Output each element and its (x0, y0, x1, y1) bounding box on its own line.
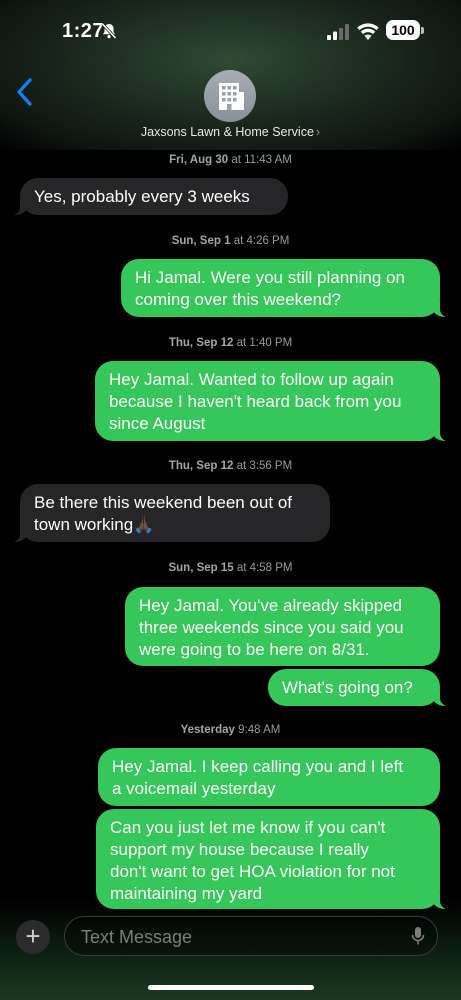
message-input[interactable] (79, 923, 403, 951)
outgoing-message[interactable]: Hey Jamal. You've already skipped three … (125, 587, 440, 666)
plus-icon[interactable]: + (16, 920, 50, 954)
building-icon (219, 83, 244, 110)
incoming-message[interactable]: Be there this weekend been out of town w… (12, 484, 330, 542)
message-timestamp: Yesterday 9:48 AM (180, 724, 281, 736)
status-bar: 1:27 100 (0, 0, 461, 60)
microphone-icon[interactable] (411, 926, 425, 946)
message-timestamp: Fri, Aug 30 at 11:43 AM (169, 154, 292, 166)
wifi-icon (357, 23, 379, 40)
signal-icon (327, 24, 349, 40)
home-indicator[interactable] (148, 985, 314, 990)
chevron-right-icon: › (315, 125, 321, 139)
back-chevron-icon[interactable] (14, 76, 38, 108)
message-timestamp: Thu, Sep 12 at 3:56 PM (168, 460, 293, 472)
contact-name: Jaxsons Lawn & Home Service (140, 125, 314, 139)
compose-bar: + (0, 910, 461, 960)
bell-slash-icon (101, 22, 117, 40)
outgoing-message[interactable]: Hey Jamal. Wanted to follow up again bec… (95, 361, 448, 441)
incoming-message[interactable]: Yes, probably every 3 weeks (12, 178, 288, 215)
message-timestamp: Thu, Sep 12 at 1:40 PM (168, 337, 293, 349)
outgoing-message[interactable]: What's going on? (268, 669, 448, 706)
message-timestamp: Sun, Sep 15 at 4:58 PM (168, 562, 293, 574)
contact-name-button[interactable]: Jaxsons Lawn & Home Service › (0, 125, 461, 139)
message-timestamp: Sun, Sep 1 at 4:26 PM (171, 235, 290, 247)
message-field-container[interactable] (64, 916, 438, 956)
outgoing-message[interactable]: Hi Jamal. Were you still planning on com… (121, 259, 448, 317)
avatar[interactable] (204, 70, 256, 122)
status-time: 1:27 (62, 20, 105, 42)
battery-icon: 100 (386, 20, 424, 40)
outgoing-message[interactable]: Can you just let me know if you can't su… (96, 809, 448, 909)
outgoing-message[interactable]: Hey Jamal. I keep calling you and I left… (98, 748, 440, 806)
